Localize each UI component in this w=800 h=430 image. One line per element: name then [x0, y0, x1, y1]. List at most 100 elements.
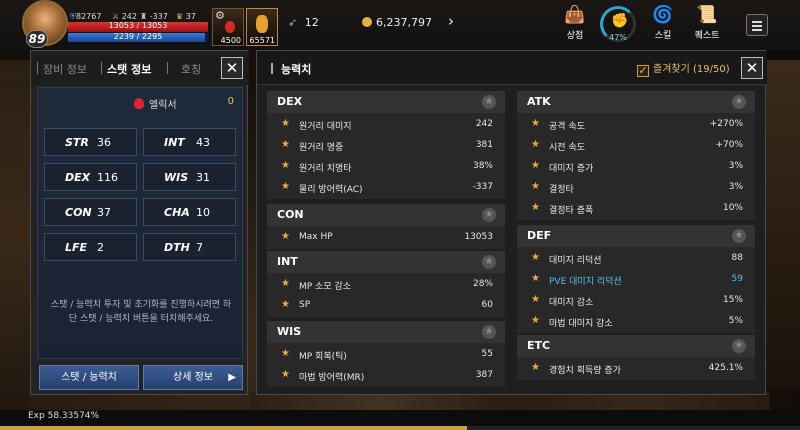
- stat-row[interactable]: ★ 대미지 리덕션 88: [517, 248, 755, 270]
- section-int: INT ★ ★ MP 소모 감소 28% ★ SP 60: [267, 251, 505, 317]
- favorite-star-icon[interactable]: ★: [732, 95, 746, 109]
- quest-button[interactable]: 📜 퀘스트: [690, 4, 724, 41]
- exp-bar: [0, 426, 800, 430]
- hamburger-line: [752, 29, 762, 31]
- fist-icon: ✊: [611, 13, 629, 29]
- star-icon: ★: [531, 294, 540, 305]
- star-icon: ★: [531, 315, 540, 326]
- section-wis: WIS ★ ★ MP 회복(틱) 55 ★ 마법 방어력(MR) 387: [267, 321, 505, 387]
- stat-row[interactable]: ★ 시전 속도 +70%: [517, 135, 755, 157]
- hamburger-menu-button[interactable]: [746, 14, 768, 36]
- stat-row[interactable]: ★ 대미지 증가 3%: [517, 156, 755, 178]
- skill-button[interactable]: 🌀 스킬: [646, 4, 680, 41]
- potion-count: 4500: [220, 36, 241, 45]
- stat-row[interactable]: ★ 경험치 획득량 증가 425.1%: [517, 358, 755, 380]
- stat-cell-lfe: LFE 2: [44, 233, 137, 261]
- tab-divider: [167, 62, 168, 74]
- stat-row[interactable]: ★ 결정타 증폭 10%: [517, 198, 755, 220]
- star-icon: ★: [281, 231, 290, 242]
- shop-button[interactable]: 👜 상점: [558, 4, 592, 41]
- tab-equipment-info[interactable]: 장비 정보: [43, 61, 87, 77]
- star-icon: ★: [281, 160, 290, 171]
- stat-row[interactable]: ★ SP 60: [267, 295, 505, 317]
- ability-panel-header: 능력치 ✓ 즐겨찾기 (19/50) ✕: [257, 51, 767, 85]
- stat-hint-text: 스탯 / 능력치 투자 및 초기화를 진행하시려면 하단 스탯 / 능력치 버튼…: [50, 300, 232, 324]
- favorite-star-icon[interactable]: ★: [482, 95, 496, 109]
- tab-stat-info[interactable]: 스탯 정보: [107, 61, 151, 77]
- section-con: CON ★ ★ Max HP 13053: [267, 204, 505, 249]
- potion-slot-1[interactable]: ⚙ 4500: [212, 8, 244, 46]
- stat-row[interactable]: ★ MP 소모 감소 28%: [267, 274, 505, 296]
- top-hud: 89 ⛨82767 ⚔ 242 ♜ -337 ♛ 37 13053 / 1305…: [0, 0, 800, 50]
- star-icon: ★: [281, 299, 290, 310]
- stat-info-panel: 장비 정보 스탯 정보 호칭 ✕ 엘릭서 0 STR 36 INT 43 DEX 11…: [30, 50, 249, 395]
- hamburger-line: [752, 25, 762, 27]
- stat-cell-int: INT 43: [143, 128, 236, 156]
- mp-text: 2239 / 2295: [113, 32, 163, 41]
- tab-title[interactable]: 호칭: [181, 61, 201, 77]
- tab-divider: [37, 62, 38, 74]
- stat-row[interactable]: ★ 물리 방어력(AC) -337: [267, 177, 505, 199]
- stat-row-highlighted[interactable]: ★ PVE 대미지 리덕션 59: [517, 269, 755, 291]
- stat-cell-cha: CHA 10: [143, 198, 236, 226]
- elixir-bottle-icon: [256, 15, 268, 33]
- shop-bag-icon: 👜: [564, 5, 586, 25]
- stat-row[interactable]: ★ 공격 속도 +270%: [517, 114, 755, 136]
- stat-row[interactable]: ★ 결정타 3%: [517, 177, 755, 199]
- stat-cell-wis: WIS 31: [143, 163, 236, 191]
- stat-cell-str: STR 36: [44, 128, 137, 156]
- star-icon: ★: [531, 139, 540, 150]
- ability-panel: 능력치 ✓ 즐겨찾기 (19/50) ✕ DEX ★ ★ 원거리 대미지 242 ★ 원…: [256, 50, 767, 395]
- stat-row[interactable]: ★ 마법 대미지 감소 5%: [517, 311, 755, 333]
- section-def: DEF ★ ★ 대미지 리덕션 88 ★ PVE 대미지 리덕션 59 ★ 대미지 감소 1…: [517, 225, 755, 333]
- skill-icon: 🌀: [652, 5, 674, 25]
- trophy-icon: ♛: [176, 12, 184, 21]
- stat-row[interactable]: ★ 마법 방어력(MR) 387: [267, 365, 505, 387]
- tab-divider: [101, 62, 102, 74]
- close-icon[interactable]: ✕: [741, 57, 763, 79]
- star-icon: ★: [281, 369, 290, 380]
- gold-counter: 6,237,797: [362, 16, 432, 29]
- level-badge: 89: [26, 30, 48, 48]
- stat-ability-button[interactable]: 스탯 / 능력치: [39, 365, 139, 390]
- gear-icon: ⚙: [215, 9, 225, 22]
- exp-bar-fill: [0, 426, 467, 430]
- wing-counter: ➶ 12: [288, 16, 319, 29]
- section-header: DEF ★: [517, 225, 755, 247]
- checkbox-icon: ✓: [637, 64, 649, 77]
- section-header: ETC ★: [517, 335, 755, 357]
- star-icon: ★: [531, 362, 540, 373]
- star-icon: ★: [531, 273, 540, 284]
- wing-icon: ➶: [288, 16, 298, 29]
- stat-row[interactable]: ★ MP 회복(틱) 55: [267, 344, 505, 366]
- elixir-value: 0: [227, 96, 234, 107]
- mp-bar: 2239 / 2295: [68, 32, 208, 42]
- favorite-star-icon[interactable]: ★: [482, 208, 496, 222]
- stat-row[interactable]: ★ Max HP 13053: [267, 227, 505, 249]
- star-icon: ★: [531, 252, 540, 263]
- chevron-right-icon[interactable]: ›: [448, 12, 454, 30]
- hp-text: 13053 / 13053: [108, 21, 168, 30]
- favorite-star-icon[interactable]: ★: [732, 229, 746, 243]
- star-icon: ★: [281, 348, 290, 359]
- favorite-star-icon[interactable]: ★: [732, 339, 746, 353]
- exp-text: Exp 58.33574%: [28, 411, 100, 421]
- panel-tabs: 장비 정보 스탯 정보 호칭 ✕: [31, 51, 249, 85]
- favorite-star-icon[interactable]: ★: [482, 325, 496, 339]
- close-icon[interactable]: ✕: [221, 57, 243, 79]
- potion-slot-2[interactable]: 65571: [246, 8, 278, 46]
- favorites-toggle[interactable]: ✓ 즐겨찾기 (19/50): [637, 60, 730, 77]
- stat-row[interactable]: ★ 원거리 대미지 242: [267, 114, 505, 136]
- section-header: CON ★: [267, 204, 505, 226]
- detail-info-button[interactable]: 상세 정보 ▶: [143, 365, 243, 390]
- stats-box: 엘릭서 0 STR 36 INT 43 DEX 116 WIS 31 CON 37 CHA…: [37, 87, 243, 359]
- stat-trophy: ♛ 37: [176, 12, 196, 21]
- star-icon: ★: [531, 181, 540, 192]
- ring-percent: 47%: [609, 33, 627, 42]
- section-header: WIS ★: [267, 321, 505, 343]
- favorite-star-icon[interactable]: ★: [482, 255, 496, 269]
- stat-row[interactable]: ★ 원거리 치명타 38%: [267, 156, 505, 178]
- stat-row[interactable]: ★ 대미지 감소 15%: [517, 290, 755, 312]
- stat-row[interactable]: ★ 원거리 명중 381: [267, 135, 505, 157]
- section-header: ATK ★: [517, 91, 755, 113]
